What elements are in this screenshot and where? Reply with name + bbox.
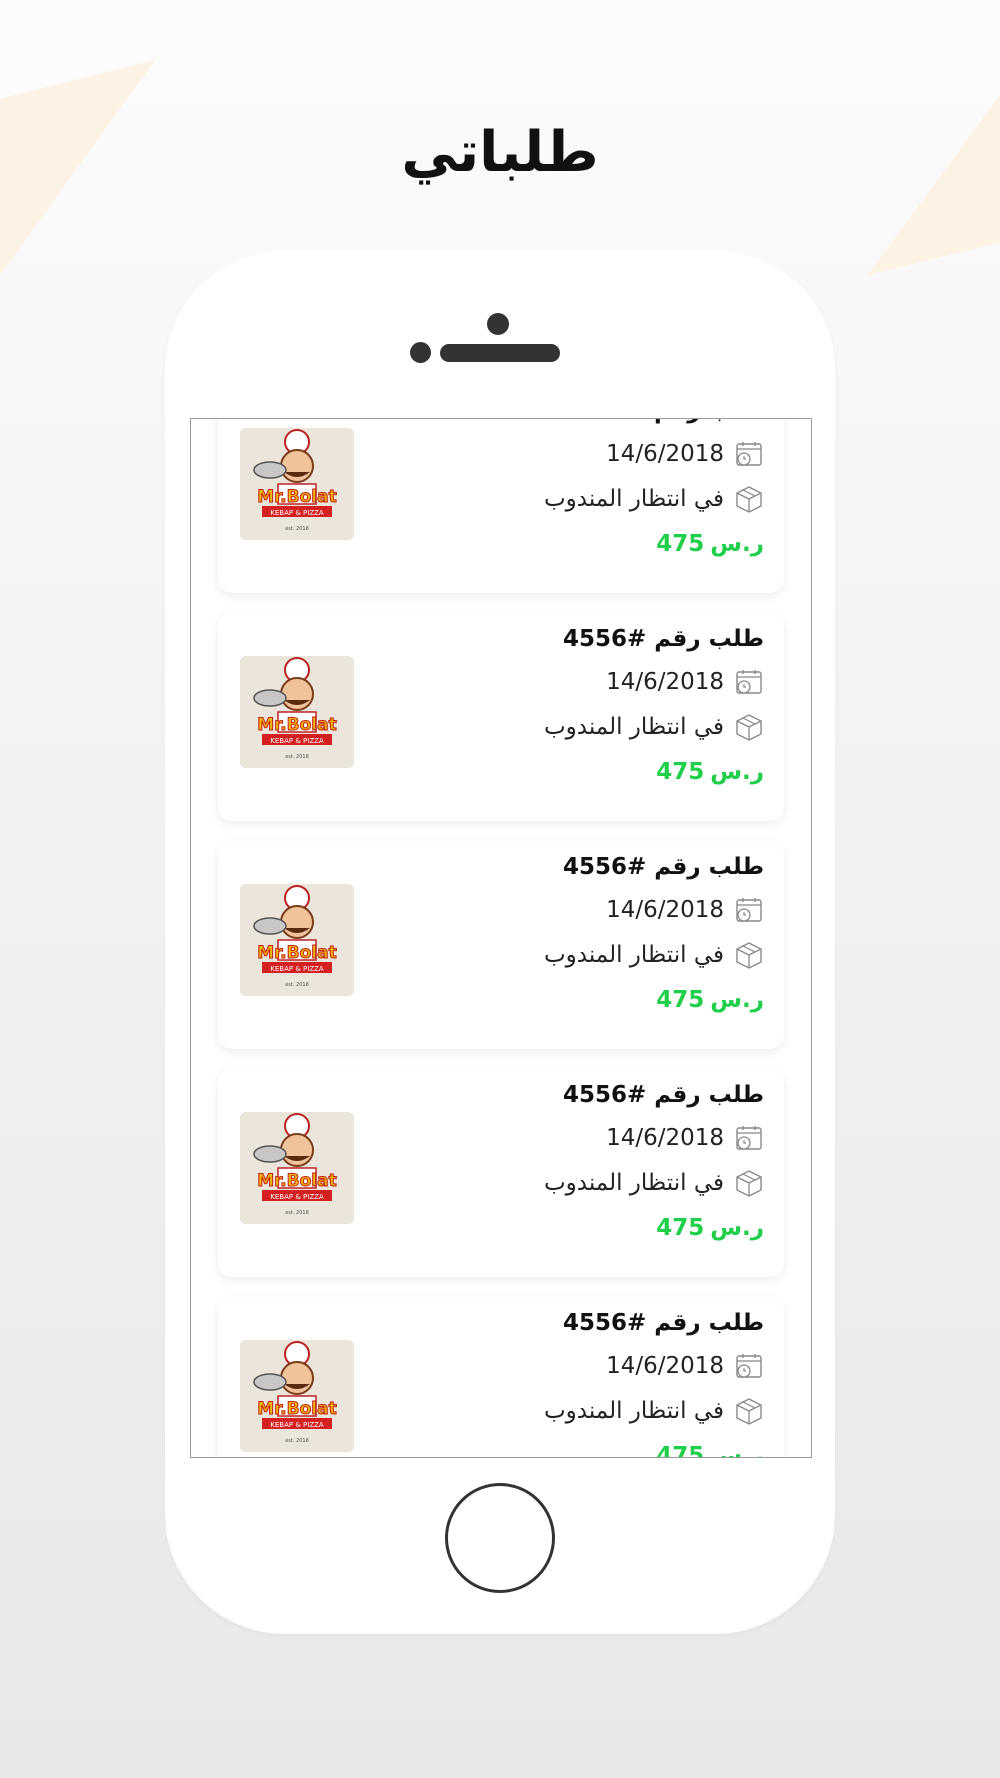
calendar-clock-icon	[734, 1123, 764, 1153]
mr-bolat-logo-icon: Mr.Bolat KEBAP & PIZZA est. 2018	[240, 884, 354, 996]
restaurant-logo: Mr.Bolat KEBAP & PIZZA est. 2018	[240, 428, 354, 540]
order-status: في انتظار المندوب	[544, 1169, 724, 1196]
calendar-clock-icon	[734, 439, 764, 469]
svg-text:Mr.Bolat: Mr.Bolat	[257, 1399, 336, 1419]
order-number: طلب رقم #4556	[562, 854, 764, 880]
mr-bolat-logo-icon: Mr.Bolat KEBAP & PIZZA est. 2018	[240, 656, 354, 768]
package-box-icon	[734, 712, 764, 742]
order-info: طلب رقم #4556 14/6/2018 في انتظار المندو…	[544, 419, 764, 567]
package-box-icon	[734, 1396, 764, 1426]
order-card[interactable]: Mr.Bolat KEBAP & PIZZA est. 2018 طلب رقم…	[218, 1069, 784, 1277]
order-card[interactable]: Mr.Bolat KEBAP & PIZZA est. 2018 طلب رقم…	[218, 419, 784, 593]
price-currency: ر.س	[710, 1215, 764, 1241]
order-status: في انتظار المندوب	[544, 941, 724, 968]
order-price: ر.س 475	[544, 749, 764, 795]
order-info: طلب رقم #4556 14/6/2018 في انتظار المندو…	[544, 619, 764, 795]
order-status: في انتظار المندوب	[544, 713, 724, 740]
order-price: ر.س 475	[544, 1433, 764, 1458]
svg-text:Mr.Bolat: Mr.Bolat	[257, 943, 336, 963]
restaurant-logo: Mr.Bolat KEBAP & PIZZA est. 2018	[240, 1112, 354, 1224]
order-info: طلب رقم #4556 14/6/2018 في انتظار المندو…	[544, 847, 764, 1023]
svg-text:KEBAP & PIZZA: KEBAP & PIZZA	[270, 509, 324, 517]
order-date: 14/6/2018	[606, 440, 724, 467]
order-status-row: في انتظار المندوب	[544, 1388, 764, 1433]
restaurant-logo: Mr.Bolat KEBAP & PIZZA est. 2018	[240, 656, 354, 768]
price-amount: 475	[656, 987, 705, 1013]
restaurant-logo: Mr.Bolat KEBAP & PIZZA est. 2018	[240, 1340, 354, 1452]
order-status-row: في انتظار المندوب	[544, 704, 764, 749]
price-amount: 475	[656, 531, 705, 557]
mr-bolat-logo-icon: Mr.Bolat KEBAP & PIZZA est. 2018	[240, 1112, 354, 1224]
order-number: طلب رقم #4556	[562, 1082, 764, 1108]
svg-text:Mr.Bolat: Mr.Bolat	[257, 487, 336, 507]
order-status-row: في انتظار المندوب	[544, 1160, 764, 1205]
order-card[interactable]: Mr.Bolat KEBAP & PIZZA est. 2018 طلب رقم…	[218, 841, 784, 1049]
phone-frame: Mr.Bolat KEBAP & PIZZA est. 2018 طلب رقم…	[165, 250, 835, 1634]
order-status-row: في انتظار المندوب	[544, 476, 764, 521]
order-price: ر.س 475	[544, 521, 764, 567]
order-card[interactable]: Mr.Bolat KEBAP & PIZZA est. 2018 طلب رقم…	[218, 1297, 784, 1458]
order-number: طلب رقم #4556	[562, 626, 764, 652]
order-info: طلب رقم #4556 14/6/2018 في انتظار المندو…	[544, 1303, 764, 1458]
order-date-row: 14/6/2018	[544, 1115, 764, 1160]
order-date: 14/6/2018	[606, 1352, 724, 1379]
svg-text:est. 2018: est. 2018	[285, 754, 309, 760]
order-date: 14/6/2018	[606, 896, 724, 923]
svg-text:est. 2018: est. 2018	[285, 982, 309, 988]
order-date-row: 14/6/2018	[544, 431, 764, 476]
svg-text:KEBAP & PIZZA: KEBAP & PIZZA	[270, 1421, 324, 1429]
svg-text:est. 2018: est. 2018	[285, 526, 309, 532]
phone-speaker	[440, 344, 560, 362]
svg-text:KEBAP & PIZZA: KEBAP & PIZZA	[270, 965, 324, 973]
package-box-icon	[734, 1168, 764, 1198]
order-info: طلب رقم #4556 14/6/2018 في انتظار المندو…	[544, 1075, 764, 1251]
package-box-icon	[734, 940, 764, 970]
order-date-row: 14/6/2018	[544, 887, 764, 932]
order-date: 14/6/2018	[606, 1124, 724, 1151]
calendar-clock-icon	[734, 667, 764, 697]
price-amount: 475	[656, 1443, 705, 1458]
home-button[interactable]	[445, 1483, 555, 1593]
order-price: ر.س 475	[544, 977, 764, 1023]
svg-text:Mr.Bolat: Mr.Bolat	[257, 1171, 336, 1191]
svg-text:Mr.Bolat: Mr.Bolat	[257, 715, 336, 735]
mr-bolat-logo-icon: Mr.Bolat KEBAP & PIZZA est. 2018	[240, 1340, 354, 1452]
order-status: في انتظار المندوب	[544, 1397, 724, 1424]
svg-text:KEBAP & PIZZA: KEBAP & PIZZA	[270, 1193, 324, 1201]
calendar-clock-icon	[734, 1351, 764, 1381]
order-number: طلب رقم #4556	[562, 1310, 764, 1336]
phone-screen[interactable]: Mr.Bolat KEBAP & PIZZA est. 2018 طلب رقم…	[190, 418, 812, 1458]
phone-sensor	[410, 342, 431, 363]
order-date-row: 14/6/2018	[544, 1343, 764, 1388]
price-amount: 475	[656, 759, 705, 785]
price-amount: 475	[656, 1215, 705, 1241]
order-date-row: 14/6/2018	[544, 659, 764, 704]
svg-text:est. 2018: est. 2018	[285, 1210, 309, 1216]
order-date: 14/6/2018	[606, 668, 724, 695]
restaurant-logo: Mr.Bolat KEBAP & PIZZA est. 2018	[240, 884, 354, 996]
phone-camera	[487, 313, 509, 335]
svg-text:KEBAP & PIZZA: KEBAP & PIZZA	[270, 737, 324, 745]
calendar-clock-icon	[734, 895, 764, 925]
order-card[interactable]: Mr.Bolat KEBAP & PIZZA est. 2018 طلب رقم…	[218, 613, 784, 821]
svg-text:est. 2018: est. 2018	[285, 1438, 309, 1444]
price-currency: ر.س	[710, 759, 764, 785]
price-currency: ر.س	[710, 987, 764, 1013]
order-price: ر.س 475	[544, 1205, 764, 1251]
order-number: طلب رقم #4556	[544, 419, 764, 431]
package-box-icon	[734, 484, 764, 514]
price-currency: ر.س	[710, 531, 764, 557]
page-title: طلباتي	[401, 120, 599, 185]
order-status-row: في انتظار المندوب	[544, 932, 764, 977]
order-status: في انتظار المندوب	[544, 485, 724, 512]
mr-bolat-logo-icon: Mr.Bolat KEBAP & PIZZA est. 2018	[240, 428, 354, 540]
price-currency: ر.س	[710, 1443, 764, 1458]
